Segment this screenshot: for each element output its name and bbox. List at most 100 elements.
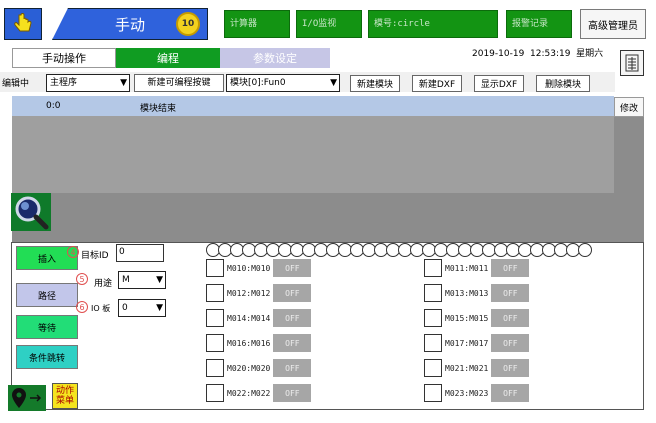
- io-off-toggle[interactable]: OFF: [273, 284, 312, 302]
- io-row: M013:M013 OFF: [424, 284, 530, 302]
- calendar-icon: [625, 54, 639, 72]
- datetime: 2019-10-19 12:53:19 星期六: [472, 49, 604, 59]
- io-off-toggle[interactable]: OFF: [491, 384, 530, 402]
- io-checkbox[interactable]: [206, 284, 224, 302]
- magnifier-icon: [15, 196, 49, 230]
- calendar-button[interactable]: [620, 50, 644, 76]
- map-pin-icon: [12, 388, 42, 408]
- row-id: 0:0: [46, 101, 61, 111]
- io-label: M012:M012: [227, 288, 271, 298]
- right-strip: [614, 117, 644, 193]
- io-checkbox[interactable]: [424, 284, 442, 302]
- calculator-button[interactable]: 计算器: [224, 10, 290, 38]
- new-module-button[interactable]: 新建模块: [350, 75, 400, 92]
- module-select[interactable]: 模块[0]:Fun0 ▼: [226, 74, 340, 92]
- wait-button[interactable]: 等待: [16, 315, 78, 339]
- program-select-value: 主程序: [50, 78, 78, 88]
- io-row: M015:M015 OFF: [424, 309, 530, 327]
- io-off-toggle[interactable]: OFF: [273, 334, 312, 352]
- program-select[interactable]: 主程序 ▼: [46, 74, 130, 92]
- io-label: M011:M011: [445, 263, 489, 273]
- alarm-count-badge[interactable]: 10: [176, 12, 200, 36]
- ring-strip: [206, 243, 611, 257]
- instruction-panel: [11, 242, 644, 410]
- io-label: M010:M010: [227, 263, 271, 273]
- io-row: M023:M023 OFF: [424, 384, 530, 402]
- hand-icon: [14, 13, 32, 32]
- io-off-toggle[interactable]: OFF: [491, 309, 530, 327]
- path-button[interactable]: 路径: [16, 283, 78, 307]
- io-checkbox[interactable]: [206, 309, 224, 327]
- io-row: M014:M014 OFF: [206, 309, 312, 327]
- chevron-down-icon: ▼: [120, 78, 127, 88]
- io-label: M022:M022: [227, 388, 271, 398]
- module-select-value: 模块[0]:Fun0: [230, 78, 286, 88]
- program-list-area[interactable]: [12, 116, 614, 193]
- io-off-toggle[interactable]: OFF: [273, 359, 312, 377]
- marker-4: 4: [67, 246, 79, 258]
- use-select[interactable]: M ▼: [118, 271, 166, 289]
- marker-6: 6: [76, 301, 88, 313]
- io-row: M012:M012 OFF: [206, 284, 312, 302]
- io-board-select-value: 0: [122, 303, 128, 313]
- tab-manual[interactable]: 手动操作: [12, 48, 116, 68]
- use-label: 用途: [94, 279, 113, 289]
- io-row: M022:M022 OFF: [206, 384, 312, 402]
- program-list-lower: [12, 193, 644, 242]
- chevron-down-icon: ▼: [156, 275, 163, 285]
- io-row: M020:M020 OFF: [206, 359, 312, 377]
- io-off-toggle[interactable]: OFF: [491, 334, 530, 352]
- io-off-toggle[interactable]: OFF: [491, 284, 530, 302]
- io-label: M015:M015: [445, 313, 489, 323]
- io-off-toggle[interactable]: OFF: [273, 384, 312, 402]
- io-row: M011:M011 OFF: [424, 259, 530, 277]
- io-checkbox[interactable]: [206, 359, 224, 377]
- target-id-label: 目标ID: [81, 251, 109, 261]
- io-checkbox[interactable]: [424, 334, 442, 352]
- io-off-toggle[interactable]: OFF: [273, 259, 312, 277]
- chevron-down-icon: ▼: [330, 78, 337, 88]
- zoom-button[interactable]: [11, 193, 51, 231]
- io-checkbox[interactable]: [424, 309, 442, 327]
- edit-button[interactable]: 修改: [614, 97, 644, 117]
- io-monitor-button[interactable]: I/O监视: [296, 10, 362, 38]
- admin-button[interactable]: 高级管理员: [580, 9, 646, 39]
- io-board-select[interactable]: 0 ▼: [118, 299, 166, 317]
- use-select-value: M: [122, 275, 130, 285]
- io-checkbox[interactable]: [424, 259, 442, 277]
- io-label: M020:M020: [227, 363, 271, 373]
- tab-parameters[interactable]: 参数设定: [220, 48, 330, 68]
- program-row-selected[interactable]: [12, 96, 614, 116]
- io-label: M014:M014: [227, 313, 271, 323]
- io-checkbox[interactable]: [206, 259, 224, 277]
- alarm-record-button[interactable]: 报警记录: [506, 10, 572, 38]
- target-id-input[interactable]: 0: [116, 244, 164, 262]
- mold-number-display: 模号:circle: [368, 10, 498, 38]
- show-dxf-button[interactable]: 显示DXF: [474, 75, 524, 92]
- action-menu-label: 动作 菜单: [55, 386, 74, 406]
- editing-label: 编辑中: [2, 79, 30, 89]
- io-row: M021:M021 OFF: [424, 359, 530, 377]
- io-off-toggle[interactable]: OFF: [491, 359, 530, 377]
- io-off-toggle[interactable]: OFF: [491, 259, 530, 277]
- action-menu-button[interactable]: 动作 菜单: [52, 383, 78, 409]
- io-checkbox[interactable]: [424, 384, 442, 402]
- location-button[interactable]: [8, 385, 46, 411]
- io-row: M016:M016 OFF: [206, 334, 312, 352]
- io-label: M023:M023: [445, 388, 489, 398]
- marker-5: 5: [76, 273, 88, 285]
- new-programmable-key-button[interactable]: 新建可编程按键: [134, 74, 224, 92]
- io-checkbox[interactable]: [206, 334, 224, 352]
- tab-programming[interactable]: 编程: [116, 48, 220, 68]
- io-board-label: IO 板: [91, 304, 111, 313]
- conditional-jump-button[interactable]: 条件跳转: [16, 345, 78, 369]
- new-dxf-button[interactable]: 新建DXF: [412, 75, 462, 92]
- delete-module-button[interactable]: 删除模块: [536, 75, 590, 92]
- io-row: M017:M017 OFF: [424, 334, 530, 352]
- io-label: M021:M021: [445, 363, 489, 373]
- hand-mode-button[interactable]: [4, 8, 42, 40]
- io-off-toggle[interactable]: OFF: [273, 309, 312, 327]
- io-row: M010:M010 OFF: [206, 259, 312, 277]
- io-checkbox[interactable]: [424, 359, 442, 377]
- io-checkbox[interactable]: [206, 384, 224, 402]
